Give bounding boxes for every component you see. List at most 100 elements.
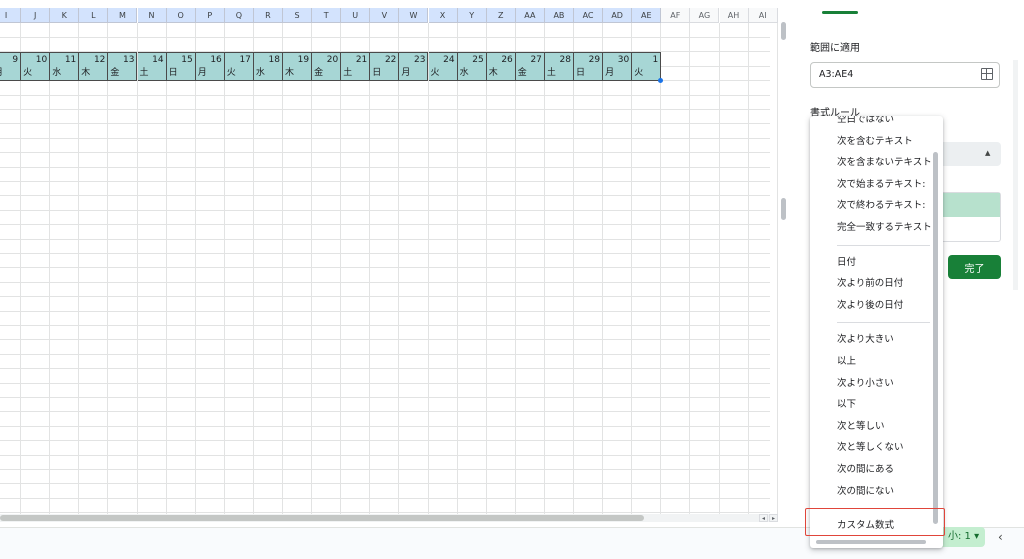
weekday-cell[interactable]: 水 <box>457 66 487 81</box>
menu-item[interactable]: 次を含むテキスト <box>810 131 936 152</box>
weekday-cell[interactable]: 月 <box>399 66 429 81</box>
column-header[interactable]: O <box>166 8 196 23</box>
day-number-cell[interactable]: 24 <box>428 52 458 67</box>
column-header[interactable]: AG <box>690 8 720 23</box>
column-header[interactable]: L <box>79 8 109 23</box>
day-number-cell[interactable]: 12 <box>79 52 109 67</box>
day-number-cell[interactable]: 14 <box>137 52 167 67</box>
cell-grid[interactable] <box>0 23 778 520</box>
weekday-cell[interactable]: 木 <box>283 66 313 81</box>
day-number-cell[interactable]: 11 <box>50 52 80 67</box>
column-header[interactable]: U <box>341 8 371 23</box>
selection-fill-handle[interactable] <box>658 78 663 83</box>
range-input[interactable]: A3:AE4 <box>810 62 1000 88</box>
vertical-scroll-thumb[interactable] <box>781 22 786 40</box>
day-number-cell[interactable]: 28 <box>544 52 574 67</box>
menu-scroll-thumb[interactable] <box>933 152 938 524</box>
day-number-cell[interactable]: 25 <box>457 52 487 67</box>
menu-item[interactable]: 次より後の日付 <box>810 295 936 316</box>
vertical-scroll-thumb-lower[interactable] <box>781 198 786 220</box>
day-number-cell[interactable]: 20 <box>312 52 342 67</box>
menu-item[interactable]: 次と等しくない <box>810 437 936 458</box>
condition-dropdown-menu[interactable]: 空白ではない 次を含むテキスト 次を含まないテキスト 次で始まるテキスト: 次で終わるテ… <box>810 116 943 548</box>
menu-item[interactable]: 空白ではない <box>810 116 936 130</box>
day-number-cell[interactable]: 15 <box>166 52 196 67</box>
column-header[interactable]: AE <box>632 8 662 23</box>
horizontal-scroll-thumb[interactable] <box>0 515 644 521</box>
column-header[interactable]: AA <box>515 8 545 23</box>
weekday-cell[interactable]: 土 <box>341 66 371 81</box>
column-header[interactable]: N <box>137 8 167 23</box>
weekday-cell[interactable]: 水 <box>253 66 283 81</box>
horizontal-scrollbar[interactable] <box>0 514 770 522</box>
column-header[interactable]: I <box>0 8 22 23</box>
spreadsheet-grid[interactable]: I J K L M N O P Q R S T U V W X Y Z AA AB AC AD AE AF AG AH AI 9 10… <box>0 0 790 527</box>
column-header[interactable]: AH <box>719 8 749 23</box>
menu-item[interactable]: 次で終わるテキスト: <box>810 195 936 216</box>
column-header[interactable]: W <box>399 8 429 23</box>
menu-item[interactable]: 次より大きい <box>810 329 936 350</box>
menu-item[interactable]: 次より小さい <box>810 373 936 394</box>
panel-scrollbar[interactable] <box>1013 60 1018 290</box>
weekday-cell[interactable]: 日 <box>166 66 196 81</box>
chevron-left-icon[interactable]: ‹ <box>998 530 1003 544</box>
column-header[interactable]: S <box>283 8 313 23</box>
grid-select-icon[interactable] <box>981 68 993 80</box>
weekday-cell[interactable]: 金 <box>108 66 138 81</box>
weekday-cell[interactable]: 金 <box>515 66 545 81</box>
column-header[interactable]: AB <box>544 8 574 23</box>
menu-item[interactable]: 完全一致するテキスト <box>810 217 936 238</box>
day-number-cell[interactable]: 27 <box>515 52 545 67</box>
weekday-cell[interactable]: 土 <box>544 66 574 81</box>
column-header[interactable]: V <box>370 8 400 23</box>
menu-item[interactable]: 次を含まないテキスト <box>810 152 936 173</box>
menu-item[interactable]: 次の間にない <box>810 481 936 502</box>
day-number-cell[interactable]: 16 <box>195 52 225 67</box>
day-number-cell[interactable]: 9 <box>0 52 22 67</box>
column-header[interactable]: K <box>50 8 80 23</box>
menu-item[interactable]: 次で始まるテキスト: <box>810 174 936 195</box>
day-number-cell[interactable]: 30 <box>603 52 633 67</box>
menu-item[interactable]: 次の間にある <box>810 459 936 480</box>
day-number-cell[interactable]: 19 <box>283 52 313 67</box>
menu-item[interactable]: 以下 <box>810 394 936 415</box>
weekday-cell[interactable]: 土 <box>137 66 167 81</box>
weekday-cell[interactable]: 月 <box>195 66 225 81</box>
day-number-cell[interactable]: 22 <box>370 52 400 67</box>
column-header[interactable]: P <box>195 8 225 23</box>
weekday-cell[interactable]: 木 <box>486 66 516 81</box>
weekday-cell[interactable]: 火 <box>428 66 458 81</box>
menu-horizontal-scroll-thumb[interactable] <box>816 540 926 544</box>
scroll-left-arrow-icon[interactable]: ◂ <box>759 514 768 522</box>
column-header[interactable]: T <box>312 8 342 23</box>
weekday-cell[interactable]: 木 <box>79 66 109 81</box>
day-number-cell[interactable]: 1 <box>632 52 662 67</box>
column-header[interactable]: M <box>108 8 138 23</box>
day-number-cell[interactable]: 18 <box>253 52 283 67</box>
weekday-cell[interactable]: 水 <box>50 66 80 81</box>
menu-item[interactable]: 次と等しい <box>810 416 936 437</box>
day-number-cell[interactable]: 26 <box>486 52 516 67</box>
day-number-cell[interactable]: 29 <box>574 52 604 67</box>
weekday-cell[interactable]: 金 <box>312 66 342 81</box>
column-header[interactable]: AI <box>748 8 778 23</box>
column-header[interactable]: AC <box>574 8 604 23</box>
weekday-cell[interactable]: 日 <box>370 66 400 81</box>
done-button[interactable]: 完了 <box>948 255 1001 279</box>
weekday-cell[interactable]: 火 <box>21 66 51 81</box>
scroll-right-arrow-icon[interactable]: ▸ <box>769 514 778 522</box>
day-number-cell[interactable]: 17 <box>224 52 254 67</box>
day-number-cell[interactable]: 23 <box>399 52 429 67</box>
caret-up-icon[interactable]: ▲ <box>985 149 990 157</box>
column-header[interactable]: Q <box>224 8 254 23</box>
column-header[interactable]: X <box>428 8 458 23</box>
day-number-cell[interactable]: 21 <box>341 52 371 67</box>
column-header[interactable]: AD <box>603 8 633 23</box>
menu-item[interactable]: 日付 <box>810 252 936 273</box>
menu-item[interactable]: 以上 <box>810 351 936 372</box>
weekday-cell[interactable]: 日 <box>574 66 604 81</box>
weekday-cell[interactable]: 火 <box>224 66 254 81</box>
sum-indicator-button[interactable]: 小: 1 ▾ <box>942 527 986 547</box>
column-header[interactable]: Z <box>486 8 516 23</box>
weekday-cell[interactable]: 月 <box>603 66 633 81</box>
